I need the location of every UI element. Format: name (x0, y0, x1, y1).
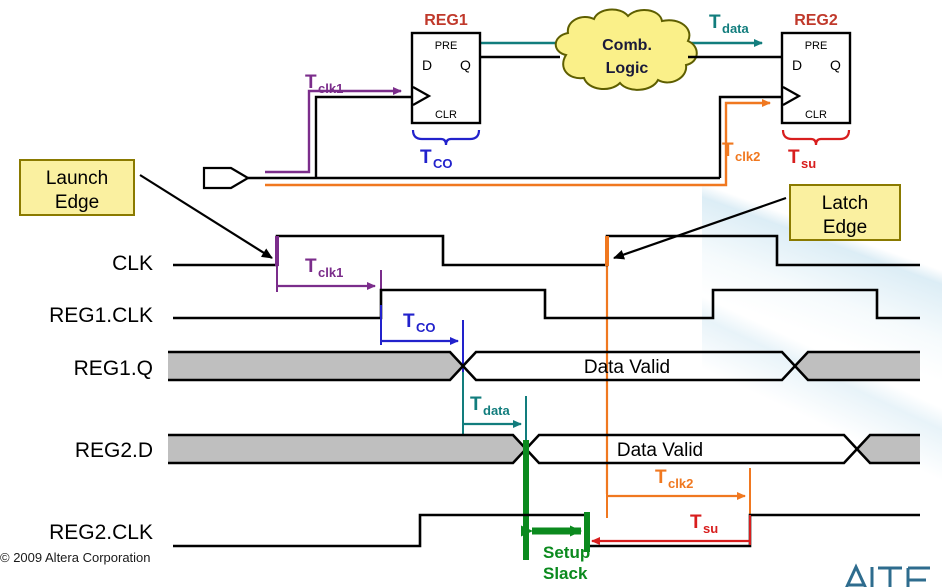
latch-edge-callout[interactable]: Latch Edge (789, 184, 901, 241)
reg2-pre-label: PRE (805, 40, 828, 52)
row-label-reg2-d: REG2.D (75, 439, 153, 462)
circuit-tclk2-label: T clk2 (722, 140, 760, 164)
tclk2-path (265, 99, 771, 187)
annot-tclk2: T clk2 (606, 467, 751, 524)
row-label-reg1-clk: REG1.CLK (49, 304, 153, 327)
waveform-reg1-q: Data Valid (168, 350, 920, 382)
circuit-tdata-base: T (709, 12, 721, 33)
reg1-title: REG1 (424, 12, 468, 29)
reg2-q-label: Q (830, 57, 841, 73)
row-label-reg2-clk: REG2.CLK (49, 521, 153, 544)
latch-edge-leader (613, 196, 787, 260)
circuit-tsu-base: T (788, 147, 800, 168)
slide-root: REG1 PRE D Q CLR T CO Comb. Logic T data… (0, 0, 942, 587)
circuit-tclk2-base: T (722, 140, 734, 161)
waveform-reg2-d: Data Valid (168, 433, 920, 465)
annot-tco-base: T (403, 311, 415, 332)
tclk1-path (265, 87, 402, 174)
circuit-tco-label: T CO (420, 147, 453, 171)
latch-edge-line1: Latch (822, 193, 868, 214)
annot-tclk2-base: T (655, 467, 667, 488)
altera-logo (840, 553, 936, 587)
annot-tdata-sub: data (483, 403, 511, 418)
launch-edge-line2: Edge (55, 192, 99, 213)
circuit-tdata-sub: data (722, 21, 750, 36)
circuit-tclk1-base: T (305, 72, 317, 93)
circuit-tsu-label: T su (788, 147, 816, 171)
circuit-tco-sub: CO (433, 156, 453, 171)
comb-logic-cloud: Comb. Logic (554, 8, 783, 91)
reg2-clr-label: CLR (805, 109, 827, 121)
launch-edge-line1: Launch (46, 168, 108, 189)
circuit-tclk2-sub: clk2 (735, 149, 760, 164)
circuit-tdata-label: T data (709, 12, 750, 36)
annot-tsu-sub: su (703, 521, 718, 536)
reg1-pre-label: PRE (435, 40, 458, 52)
annot-setup-slack: Setup Slack (521, 512, 590, 583)
reg2-d-label: D (792, 57, 802, 73)
annot-tclk1-base: T (305, 256, 317, 277)
timing-diagram: REG1 PRE D Q CLR T CO Comb. Logic T data… (0, 8, 920, 583)
reg2-d-data-valid: Data Valid (617, 440, 703, 461)
reg1-q-data-valid: Data Valid (584, 357, 670, 378)
annot-tsu-base: T (690, 512, 702, 533)
footer-copyright: © 2009 Altera Corporation (0, 550, 151, 565)
reg1-q-label: Q (460, 57, 471, 73)
launch-edge-callout[interactable]: Launch Edge (19, 159, 135, 216)
row-label-clk: CLK (112, 252, 153, 275)
cloud-line2: Logic (606, 60, 649, 77)
circuit-tco-base: T (420, 147, 432, 168)
setup-slack-line2: Slack (543, 564, 588, 583)
annot-tclk1-sub: clk1 (318, 265, 343, 280)
waveform-reg1-clk (173, 288, 920, 320)
circuit-tsu-sub: su (801, 156, 816, 171)
reg1-block: REG1 PRE D Q CLR (410, 12, 560, 146)
row-label-reg1-q: REG1.Q (74, 357, 153, 380)
reg2-block: REG2 PRE D Q CLR (780, 12, 852, 146)
circuit-tclk1-label: T clk1 (305, 72, 343, 96)
clock-wiring (248, 95, 783, 180)
annot-tsu: T su (591, 512, 751, 545)
latch-edge-line2: Edge (823, 217, 867, 238)
annot-tclk2-sub: clk2 (668, 476, 693, 491)
annot-tdata-base: T (470, 394, 482, 415)
cloud-line1: Comb. (602, 37, 652, 54)
reg2-title: REG2 (794, 12, 838, 29)
circuit-tclk1-sub: clk1 (318, 81, 343, 96)
input-buffer (202, 166, 251, 190)
setup-slack-line1: Setup (543, 543, 590, 562)
annot-tco-sub: CO (416, 320, 436, 335)
reg1-d-label: D (422, 57, 432, 73)
reg1-clr-label: CLR (435, 109, 457, 121)
annot-tclk1: T clk1 (276, 252, 382, 302)
